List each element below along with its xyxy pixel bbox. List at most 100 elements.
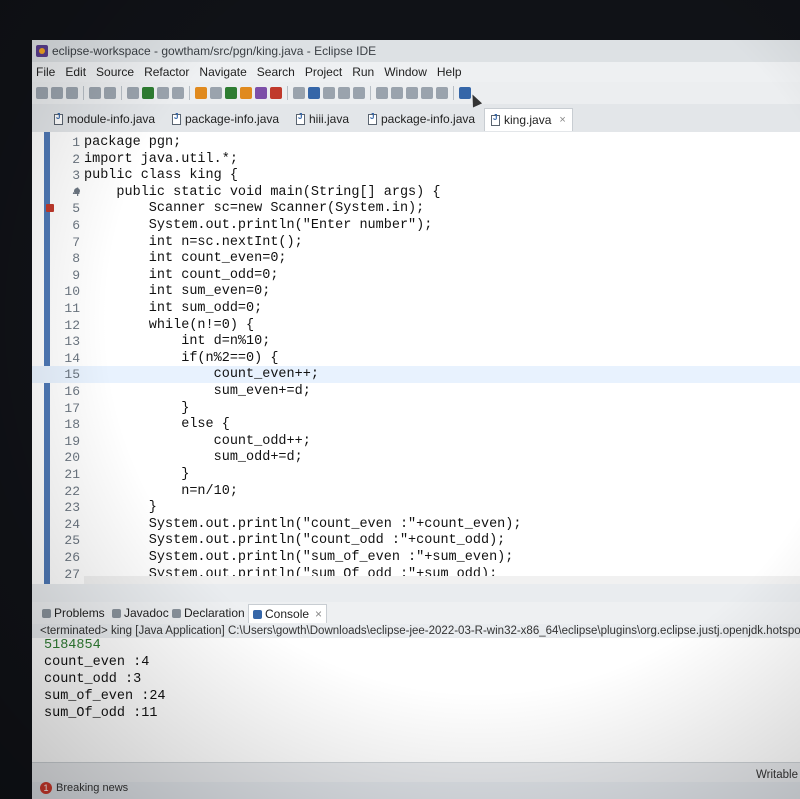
code-line[interactable]: 7 int n=sc.nextInt(); xyxy=(32,234,800,251)
code-line[interactable]: 24 System.out.println("count_even :"+cou… xyxy=(32,516,800,533)
terminal-icon[interactable] xyxy=(89,87,101,99)
code-line[interactable]: 26 System.out.println("sum_of_even :"+su… xyxy=(32,549,800,566)
menu-edit[interactable]: Edit xyxy=(65,65,86,79)
menu-source[interactable]: Source xyxy=(96,65,134,79)
code-line[interactable]: 20 sum_odd+=d; xyxy=(32,449,800,466)
block-selection-icon[interactable] xyxy=(323,87,335,99)
code-text: count_odd++; xyxy=(84,433,311,449)
new-package-icon[interactable] xyxy=(210,87,222,99)
title-bar: eclipse-workspace - gowtham/src/pgn/king… xyxy=(32,40,800,62)
tab-king[interactable]: king.java × xyxy=(484,108,573,131)
line-number: 11 xyxy=(64,301,80,316)
code-line[interactable]: 8 int count_even=0; xyxy=(32,250,800,267)
tab-module-info[interactable]: module-info.java xyxy=(54,108,155,130)
whitespace-icon[interactable] xyxy=(338,87,350,99)
code-line[interactable]: 15 count_even++; xyxy=(32,366,800,384)
code-text: System.out.println("sum_of_even :"+sum_e… xyxy=(84,550,514,565)
run-icon[interactable] xyxy=(142,87,154,99)
tab-package-info-2[interactable]: package-info.java xyxy=(368,108,475,130)
menu-navigate[interactable]: Navigate xyxy=(199,65,246,79)
code-line[interactable]: 23 } xyxy=(32,499,800,516)
line-number: 13 xyxy=(64,334,80,350)
toggle-mark-icon[interactable] xyxy=(293,87,305,99)
code-line[interactable]: 5 Scanner sc=new Scanner(System.in); xyxy=(32,200,800,217)
code-text: int count_even=0; xyxy=(84,251,287,267)
code-line[interactable]: 25 System.out.println("count_odd :"+coun… xyxy=(32,532,800,549)
code-line[interactable]: 22 n=n/10; xyxy=(32,483,800,500)
tab-console[interactable]: Console × xyxy=(248,604,328,623)
external-tools-icon[interactable] xyxy=(172,87,184,99)
code-line[interactable]: 1 package pgn; xyxy=(32,134,800,151)
code-line[interactable]: 9 int count_odd=0; xyxy=(32,267,800,284)
tab-hiii[interactable]: hiii.java xyxy=(296,108,349,130)
news-label: Breaking news xyxy=(56,782,129,794)
line-number: 17 xyxy=(64,400,80,416)
eclipse-logo-icon xyxy=(36,45,48,57)
code-line[interactable]: 2 import java.util.*; xyxy=(32,151,800,168)
code-line[interactable]: 18 else { xyxy=(32,416,800,433)
settings-icon[interactable] xyxy=(104,87,116,99)
close-icon[interactable]: × xyxy=(559,114,565,126)
code-line[interactable]: 21 } xyxy=(32,466,800,483)
code-line[interactable]: 12 while(n!=0) { xyxy=(32,317,800,334)
fold-toggle-icon[interactable] xyxy=(74,187,80,194)
code-line[interactable]: 10 int sum_even=0; xyxy=(32,283,800,300)
code-text: count_even++; xyxy=(84,367,319,383)
tab-package-info[interactable]: package-info.java xyxy=(172,108,279,130)
coverage-icon[interactable] xyxy=(157,87,169,99)
tab-problems[interactable]: Problems xyxy=(42,606,105,620)
line-number: 2 xyxy=(72,151,80,167)
menu-refactor[interactable]: Refactor xyxy=(144,65,189,79)
javadoc-icon xyxy=(112,608,121,618)
tab-label: Problems xyxy=(54,606,105,620)
console-output[interactable]: 5184854 count_even :4 count_odd :3 sum_o… xyxy=(32,638,800,778)
back-icon[interactable] xyxy=(421,87,433,99)
menu-run[interactable]: Run xyxy=(352,65,374,79)
save-all-icon[interactable] xyxy=(66,87,78,99)
debug-icon[interactable] xyxy=(127,87,139,99)
code-text: if(n%2==0) { xyxy=(84,350,279,366)
forward-icon[interactable] xyxy=(436,87,448,99)
code-line[interactable]: 14 if(n%2==0) { xyxy=(32,350,800,367)
paragraph-icon[interactable] xyxy=(353,87,365,99)
menu-bar: File Edit Source Refactor Navigate Searc… xyxy=(32,62,800,82)
code-text: sum_even+=d; xyxy=(84,384,311,399)
open-type-icon[interactable] xyxy=(240,87,252,99)
line-number: 6 xyxy=(72,218,80,233)
menu-file[interactable]: File xyxy=(36,65,55,79)
code-line[interactable]: 11 int sum_odd=0; xyxy=(32,300,800,317)
previous-annotation-icon[interactable] xyxy=(391,87,403,99)
search-icon[interactable] xyxy=(270,87,282,99)
news-widget[interactable]: 1 Breaking news xyxy=(40,782,128,794)
code-line[interactable]: 3 public class king { xyxy=(32,167,800,184)
code-line[interactable]: 16 sum_even+=d; xyxy=(32,383,800,400)
console-process-label: <terminated> king [Java Application] C:\… xyxy=(40,625,800,637)
horizontal-scrollbar[interactable] xyxy=(84,576,800,584)
tab-label: package-info.java xyxy=(185,112,280,126)
menu-window[interactable]: Window xyxy=(384,65,427,79)
code-editor[interactable]: 1 package pgn; 2 import java.util.*; 3 public… xyxy=(32,132,800,584)
menu-project[interactable]: Project xyxy=(305,65,342,79)
tab-declaration[interactable]: Declaration xyxy=(172,606,245,620)
code-text: } xyxy=(84,400,190,416)
tab-javadoc[interactable]: Javadoc xyxy=(112,606,169,620)
open-task-icon[interactable] xyxy=(255,87,267,99)
annotation-icon[interactable] xyxy=(308,87,320,99)
tab-label: package-info.java xyxy=(381,112,476,126)
code-line[interactable]: 19 count_odd++; xyxy=(32,433,800,450)
code-line[interactable]: 13 int d=n%10; xyxy=(32,333,800,350)
new-icon[interactable] xyxy=(36,87,48,99)
new-class-icon[interactable] xyxy=(225,87,237,99)
save-icon[interactable] xyxy=(51,87,63,99)
last-edit-icon[interactable] xyxy=(406,87,418,99)
code-line[interactable]: 6 System.out.println("Enter number"); xyxy=(32,217,800,234)
menu-search[interactable]: Search xyxy=(257,65,295,79)
next-annotation-icon[interactable] xyxy=(376,87,388,99)
warning-marker-icon[interactable] xyxy=(46,204,54,213)
new-java-project-icon[interactable] xyxy=(195,87,207,99)
code-line[interactable]: 4 public static void main(String[] args)… xyxy=(32,184,800,201)
code-line[interactable]: 17 } xyxy=(32,400,800,417)
menu-help[interactable]: Help xyxy=(437,65,462,79)
toolbar-divider xyxy=(121,86,122,100)
close-icon[interactable]: × xyxy=(315,607,322,621)
